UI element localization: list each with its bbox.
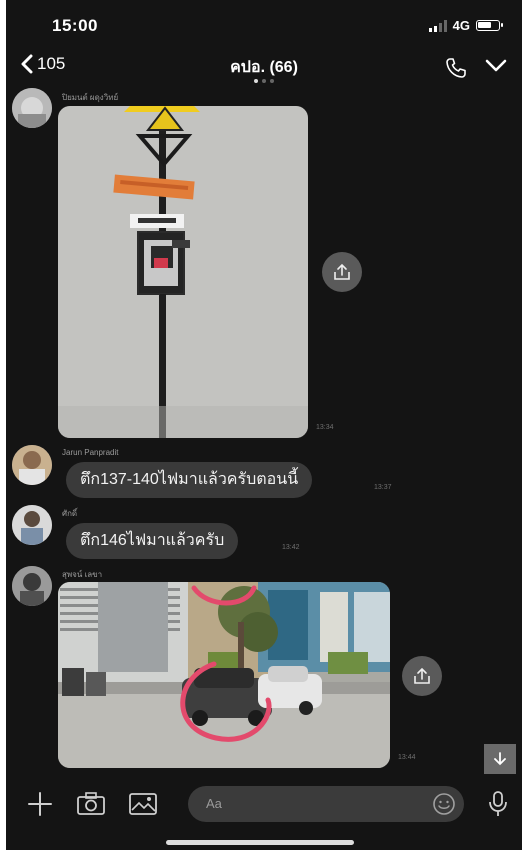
call-button[interactable] [444,56,468,85]
street-photo [58,582,390,768]
avatar-photo [12,566,52,606]
status-time: 15:00 [52,16,98,35]
image-message[interactable] [58,582,390,768]
avatar-photo [12,445,52,485]
camera-button[interactable] [76,790,106,823]
sender-name: Jarun Panpradit [62,448,119,457]
camera-icon [77,792,105,815]
message-timestamp: 13:34 [316,424,334,431]
avatar-photo [12,88,52,128]
text-message[interactable]: ตึก146ไฟมาแล้วครับ [66,523,239,559]
message-timestamp: 13:37 [374,484,392,491]
gallery-button[interactable] [128,790,158,823]
message-timestamp: 13:44 [398,754,416,761]
message-input-bar: Aa [6,776,522,832]
page-dot [270,79,274,83]
page-dot [254,79,258,83]
chat-screen: 15:00 4G 105 คปอ. (66) ปิยมนต์ ผดุงวิทย์… [6,0,522,850]
text-message[interactable]: ตึก137-140ไฟมาแล้วครับตอนนี้ [66,462,313,498]
avatar-photo [12,505,52,545]
image-message[interactable] [58,106,308,438]
arrow-down-icon [494,752,506,766]
image-icon [129,793,157,815]
network-type: 4G [452,18,470,33]
signal-icon [428,19,447,32]
signpost-photo [58,106,308,438]
avatar[interactable] [12,566,52,606]
sender-name: ศักดิ์ [62,509,78,518]
avatar[interactable] [12,88,52,128]
message-timestamp: 13:42 [282,544,300,551]
chat-header: 105 คปอ. (66) [6,52,522,90]
chevron-down-icon [485,59,507,72]
page-dot [262,79,266,83]
status-bar: 15:00 4G [6,0,522,52]
battery-icon [476,20,503,31]
voice-button[interactable] [486,790,510,823]
add-button[interactable] [26,790,54,823]
scroll-to-bottom-button[interactable] [484,744,516,774]
share-icon [414,667,430,684]
sender-name: สุพจน์ เลขา [62,570,103,579]
share-icon [334,263,350,280]
message-placeholder: Aa [206,796,222,811]
status-indicators: 4G [428,18,503,33]
share-button[interactable] [402,656,442,696]
sender-name: ปิยมนต์ ผดุงวิทย์ [62,93,119,102]
message-input[interactable]: Aa [188,786,464,822]
avatar[interactable] [12,445,52,485]
phone-icon [446,58,466,78]
microphone-icon [489,791,507,816]
home-indicator [166,840,354,845]
header-menu-button[interactable] [484,56,508,81]
share-button[interactable] [322,252,362,292]
emoji-button[interactable] [432,792,456,830]
smiley-icon [433,793,455,815]
avatar[interactable] [12,505,52,545]
plus-icon [28,792,52,816]
